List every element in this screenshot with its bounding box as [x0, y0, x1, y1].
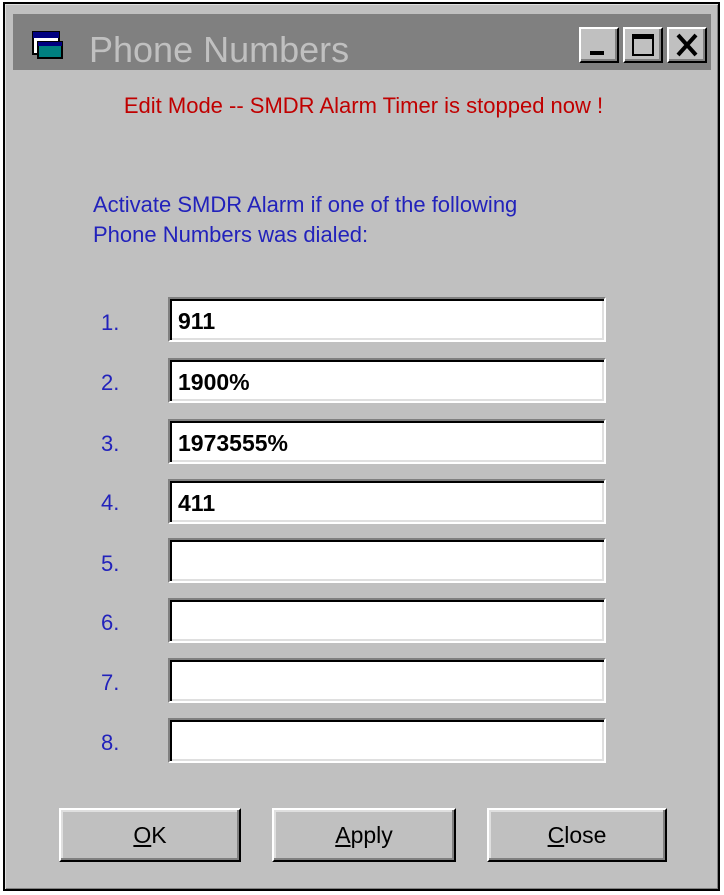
close-button[interactable]: Close — [487, 808, 667, 862]
ok-button-mnemonic: O — [133, 822, 152, 848]
close-button-label: lose — [564, 822, 607, 848]
row-number-2: 2. — [101, 370, 120, 395]
app-window-icon[interactable] — [32, 31, 64, 59]
row-number-5: 5. — [101, 551, 120, 576]
close-window-button[interactable] — [667, 27, 707, 63]
phone-number-field-5[interactable] — [168, 538, 606, 583]
maximize-button[interactable] — [623, 27, 663, 63]
close-icon — [676, 33, 698, 57]
instruction-line-1: Activate SMDR Alarm if one of the follow… — [93, 192, 518, 217]
row-number-7: 7. — [101, 670, 120, 695]
ok-button[interactable]: OK — [59, 808, 241, 862]
phone-number-field-4[interactable]: 411 — [168, 479, 606, 524]
window-title: Phone Numbers — [89, 29, 350, 70]
instruction-line-2: Phone Numbers was dialed: — [93, 222, 369, 247]
maximize-icon — [632, 34, 654, 56]
phone-number-field-8[interactable] — [168, 718, 606, 763]
close-button-mnemonic: C — [547, 822, 565, 848]
row-number-3: 3. — [101, 431, 120, 456]
apply-button-mnemonic: A — [335, 822, 351, 848]
phone-number-field-3[interactable]: 1973555% — [168, 419, 606, 464]
row-number-6: 6. — [101, 610, 120, 635]
phone-number-field-6[interactable] — [168, 598, 606, 643]
row-number-1: 1. — [101, 310, 120, 335]
apply-button[interactable]: Apply — [272, 808, 456, 862]
phone-number-field-1[interactable]: 911 — [168, 297, 606, 342]
title-bar[interactable]: Phone Numbers — [13, 14, 711, 70]
phone-number-field-7[interactable] — [168, 658, 606, 703]
edit-mode-status: Edit Mode -- SMDR Alarm Timer is stopped… — [123, 93, 604, 118]
apply-button-label: pply — [350, 822, 393, 848]
minimize-button[interactable] — [579, 27, 619, 63]
ok-button-label: K — [151, 822, 167, 848]
minimize-icon — [590, 51, 604, 55]
row-number-4: 4. — [101, 490, 120, 515]
phone-numbers-dialog: Phone Numbers Edit Mode -- SMDR Alarm Ti… — [3, 2, 720, 891]
phone-number-field-2[interactable]: 1900% — [168, 358, 606, 403]
row-number-8: 8. — [101, 730, 120, 755]
instruction-text: Activate SMDR Alarm if one of the follow… — [93, 190, 653, 250]
